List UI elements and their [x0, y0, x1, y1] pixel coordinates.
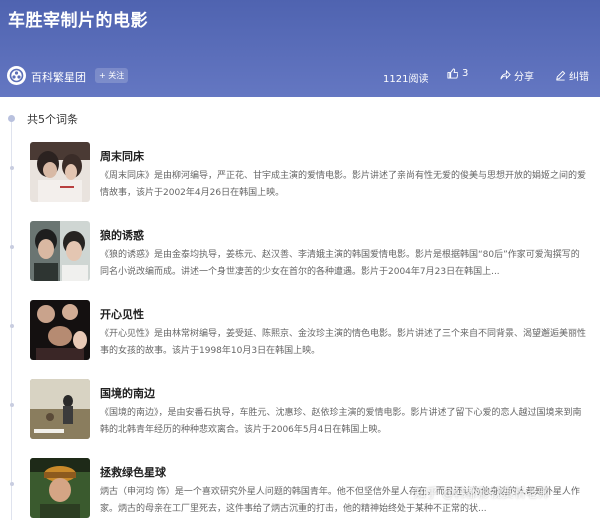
timeline-start-dot: [8, 115, 15, 122]
timeline-dot: [10, 482, 14, 486]
list-item[interactable]: 周末同床 《周末同床》是由柳河编导，严正花、甘宇成主演的爱情电影。影片讲述了亲尚…: [0, 142, 600, 216]
share-icon: [500, 70, 511, 80]
like-button[interactable]: 3: [447, 68, 468, 79]
timeline-dot: [10, 166, 14, 170]
timeline-dot: [10, 403, 14, 407]
timeline-dot: [10, 324, 14, 328]
read-count: 1121阅读: [383, 74, 429, 85]
brand-name[interactable]: 百科繁星团: [31, 69, 86, 85]
like-count: 3: [462, 68, 469, 79]
entry-title[interactable]: 周末同床: [100, 148, 144, 164]
thumbs-up-icon: [447, 68, 458, 79]
article-header: 车胜宰制片的电影 百科繁星团 + 关注 1121阅读 3 分享 纠错: [0, 0, 600, 97]
entry-description: 《周末同床》是由柳河编导，严正花、甘宇成主演的爱情电影。影片讲述了亲尚有性无爱的…: [100, 171, 586, 198]
movie-poster[interactable]: [30, 379, 90, 439]
report-error-label: 纠错: [569, 72, 589, 83]
page-title: 车胜宰制片的电影: [8, 11, 148, 31]
movie-poster[interactable]: [30, 300, 90, 360]
list-item[interactable]: 狼的诱惑 《狼的诱惑》是由金泰均执导，姜栋元、赵汉善、李清娥主演的韩国爱情电影。…: [0, 221, 600, 295]
header-toolbar: 百科繁星团 + 关注 1121阅读 3 分享 纠错: [0, 62, 600, 92]
timeline-dot: [10, 245, 14, 249]
entry-title[interactable]: 拯救绿色星球: [100, 464, 166, 480]
entry-title[interactable]: 狼的诱惑: [100, 227, 144, 243]
share-button[interactable]: 分享: [500, 68, 534, 83]
report-error-button[interactable]: 纠错: [555, 68, 589, 83]
list-item[interactable]: 开心见性 《开心见性》是由林常树编导，姜受延、陈熙京、金汝珍主演的情色电影。影片…: [0, 300, 600, 374]
pencil-icon: [556, 70, 566, 81]
entry-description: 《狼的诱惑》是由金泰均执导，姜栋元、赵汉善、李清娥主演的韩国爱情电影。影片是根据…: [100, 250, 580, 277]
movie-poster[interactable]: [30, 221, 90, 281]
follow-button[interactable]: + 关注: [95, 68, 129, 83]
movie-poster[interactable]: [30, 458, 90, 518]
brand-logo-icon[interactable]: [7, 66, 26, 85]
entry-count: 共5个词条: [27, 113, 78, 126]
watermark: 知乎 @韩都影视赏析老师: [414, 486, 550, 500]
entry-description: 《开心见性》是由林常树编导，姜受延、陈熙京、金汝珍主演的情色电影。影片讲述了三个…: [100, 329, 586, 356]
list-item[interactable]: 国境的南边 《国境的南边》，是由安番石执导，车胜元、沈惠珍、赵依珍主演的爱情电影…: [0, 379, 600, 453]
entry-description: 《国境的南边》，是由安番石执导，车胜元、沈惠珍、赵依珍主演的爱情电影。影片讲述了…: [100, 408, 582, 435]
entry-title[interactable]: 国境的南边: [100, 385, 155, 401]
entry-title[interactable]: 开心见性: [100, 306, 144, 322]
share-label: 分享: [514, 72, 534, 83]
movie-poster[interactable]: [30, 142, 90, 202]
